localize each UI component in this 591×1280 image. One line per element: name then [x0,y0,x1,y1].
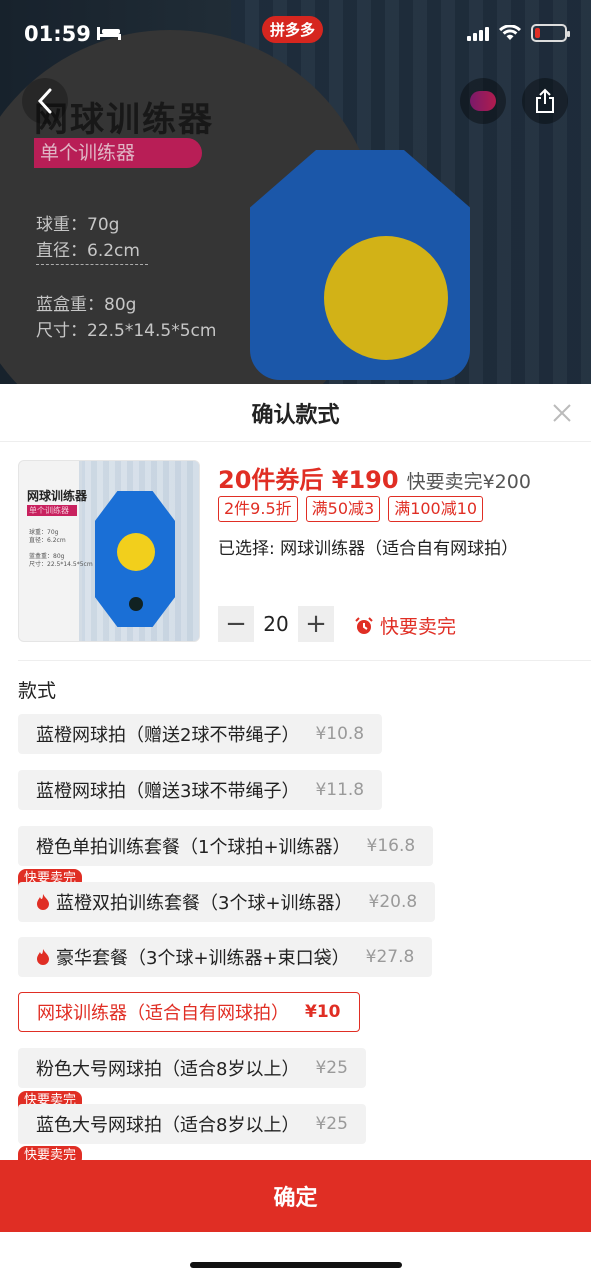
quantity-stepper: − 20 + [218,606,334,642]
banner-overlay [0,0,591,384]
status-time: 01:59 [24,22,91,46]
option-name: 蓝橙网球拍（赠送2球不带绳子） [36,725,300,746]
option-item[interactable]: 蓝橙双拍训练套餐（3个球+训练器） ¥20.8 [18,882,436,922]
flame-icon [37,949,49,965]
option-price: ¥20.8 [368,892,418,912]
share-icon [536,88,554,113]
home-indicator [190,1262,402,1268]
option-price: ¥25 [315,1114,348,1134]
option-item[interactable]: 蓝色大号网球拍（适合8岁以上） ¥25 [18,1104,366,1144]
original-price: 快要卖完¥200 [406,471,531,493]
cellular-signal-icon [467,25,489,41]
coupon-price: 20件券后 ¥190 [218,466,399,494]
product-banner: 网球训练器 单个训练器 球重：70g 直径：6.2cm 蓝盒重：80g 尺寸：2… [0,0,591,384]
thumb-tag: 单个训练器 [27,505,77,516]
thumb-title: 网球训练器 [27,489,88,503]
coupon-tag: 2件9.5折 [218,496,298,522]
product-summary: 网球训练器 单个训练器 球重：70g 直径：6.2cm 蓝盒重：80g 尺寸：2… [18,460,578,642]
option-price: ¥16.8 [366,836,416,856]
option-name: 蓝橙网球拍（赠送3球不带绳子） [36,781,300,802]
wifi-icon [499,25,521,40]
confirm-button[interactable]: 确定 [0,1160,591,1232]
selling-fast-notice: 快要卖完 [354,612,456,639]
share-button[interactable] [522,78,568,124]
avatar-icon [470,91,496,111]
coupon-tag: 满50减3 [305,496,381,522]
price: 20件券后 ¥190 快要卖完¥200 [218,460,531,495]
option-name: 网球训练器（适合自有网球拍） [37,1003,289,1024]
option-name: 粉色大号网球拍（适合8岁以上） [36,1059,300,1080]
sheet-header: 确认款式 [0,384,591,442]
sheet-title: 确认款式 [251,402,340,428]
option-item[interactable]: 橙色单拍训练套餐（1个球拍+训练器） ¥16.8 [18,826,434,866]
option-item-selected[interactable]: 网球训练器（适合自有网球拍） ¥10 [18,992,360,1032]
increase-button[interactable]: + [298,606,334,642]
alarm-clock-icon [355,616,373,634]
option-price: ¥27.8 [365,947,415,967]
option-name: 蓝色大号网球拍（适合8岁以上） [36,1115,300,1136]
trainer-hole [129,597,143,611]
thumb-spec: 尺寸：22.5*14.5*5cm [29,561,93,568]
product-thumbnail[interactable]: 网球训练器 单个训练器 球重：70g 直径：6.2cm 蓝盒重：80g 尺寸：2… [18,460,200,642]
divider [18,660,591,661]
selected-variant: 已选择: 网球训练器（适合自有网球拍） [218,539,519,559]
decrease-button[interactable]: − [218,606,254,642]
option-name: 豪华套餐（3个球+训练器+束口袋） [56,948,350,969]
selling-fast-text: 快要卖完 [380,616,457,638]
flame-icon [37,894,49,910]
option-price: ¥25 [315,1058,348,1078]
chevron-left-icon [37,88,52,114]
option-name: 蓝橙双拍训练套餐（3个球+训练器） [56,893,353,914]
option-item[interactable]: 蓝橙网球拍（赠送2球不带绳子） ¥10.8 [18,714,383,754]
brand-badge: 拼多多 [262,16,324,43]
style-picker-sheet: 确认款式 网球训练器 单个训练器 球重：70g 直径：6.2cm 蓝盒重：80g… [0,384,591,1280]
thumb-spec: 直径：6.2cm [29,537,66,544]
coupon-tag: 满100减10 [388,496,484,522]
avatar-button[interactable] [460,78,506,124]
sleep-mode-icon [97,27,121,40]
option-item[interactable]: 豪华套餐（3个球+训练器+束口袋） ¥27.8 [18,937,433,977]
section-label: 款式 [18,680,57,702]
coupon-list: 2件9.5折 满50减3 满100减10 [218,496,484,522]
close-icon[interactable] [551,402,573,424]
option-price: ¥11.8 [315,780,365,800]
option-price: ¥10.8 [315,724,365,744]
battery-icon [531,24,570,42]
quantity-value[interactable]: 20 [254,612,298,636]
option-item[interactable]: 粉色大号网球拍（适合8岁以上） ¥25 [18,1048,366,1088]
tennis-ball-image [117,533,155,571]
option-price: ¥10 [305,1002,341,1022]
back-button[interactable] [22,78,68,124]
status-icons [467,24,570,42]
option-name: 橙色单拍训练套餐（1个球拍+训练器） [36,837,351,858]
option-item[interactable]: 蓝橙网球拍（赠送3球不带绳子） ¥11.8 [18,770,383,810]
